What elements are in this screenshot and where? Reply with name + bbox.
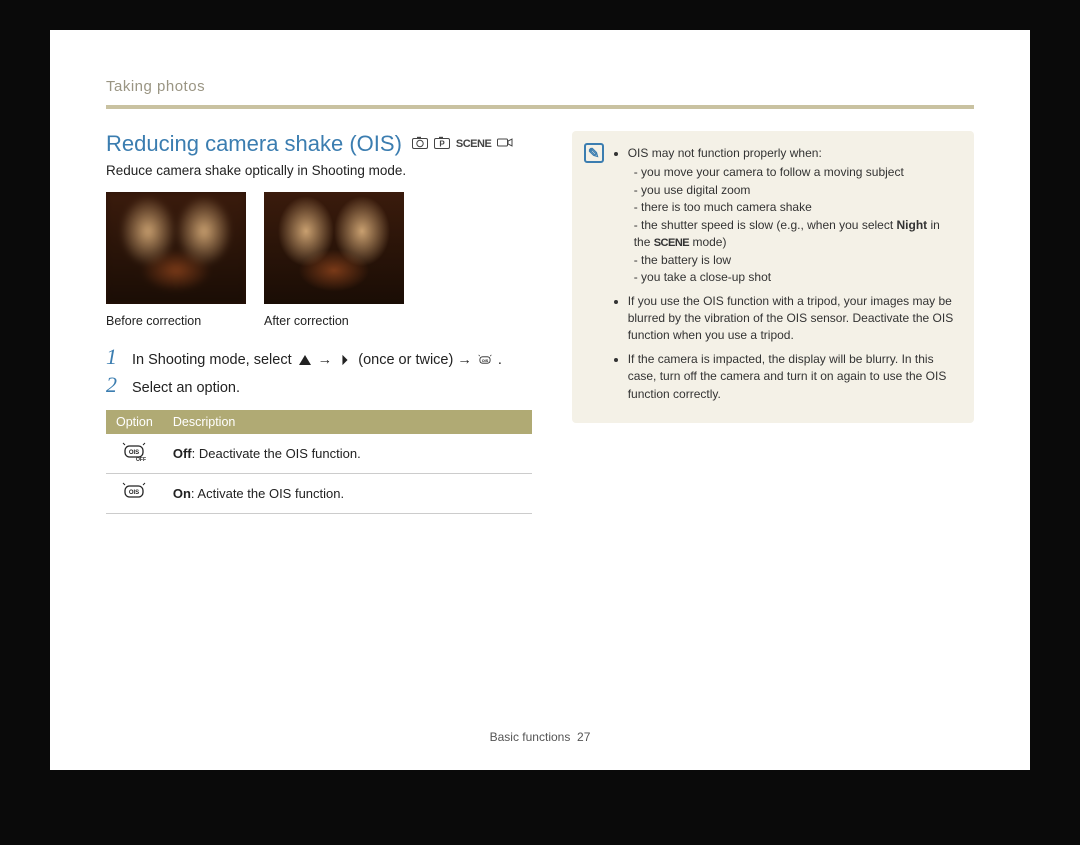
step-text-c: (once or twice) →: [358, 352, 476, 368]
note-box: ✎ OIS may not function properly when: yo…: [572, 131, 974, 423]
note-bullet: If the camera is impacted, the display w…: [628, 351, 958, 403]
camera-p-icon: P: [434, 136, 450, 152]
option-desc: : Activate the OIS function.: [191, 486, 344, 501]
table-row: OIS On: Activate the OIS function.: [106, 474, 532, 514]
th-description: Description: [163, 410, 532, 434]
svg-text:OIS: OIS: [482, 359, 489, 363]
note-night: Night: [897, 218, 928, 232]
step-text: In Shooting mode, select → (once or twic…: [132, 352, 502, 368]
right-chevron-icon: [338, 354, 352, 366]
breadcrumb: Taking photos: [106, 78, 974, 109]
step-number: 2: [106, 374, 124, 396]
right-column: ✎ OIS may not function properly when: yo…: [572, 131, 974, 514]
option-label: On: [173, 486, 191, 501]
note-sub-item: the battery is low: [634, 252, 958, 269]
note-sub-item: you move your camera to follow a moving …: [634, 164, 958, 181]
svg-text:OIS: OIS: [129, 450, 139, 456]
sample-image-sharp: [264, 192, 404, 304]
note-text: mode): [689, 235, 726, 249]
sample-before: Before correction: [106, 192, 246, 328]
manual-page: Taking photos Reducing camera shake (OIS…: [50, 30, 1030, 770]
footer-page-number: 27: [577, 730, 590, 744]
page-footer: Basic functions 27: [50, 730, 1030, 744]
step-2: 2 Select an option.: [106, 374, 532, 396]
left-column: Reducing camera shake (OIS) P SCENE Redu…: [106, 131, 532, 514]
video-icon: [497, 136, 513, 152]
note-info-icon: ✎: [584, 143, 604, 163]
note-sub-item: there is too much camera shake: [634, 199, 958, 216]
footer-section: Basic functions: [490, 730, 571, 744]
ois-off-icon: OISOFF: [121, 442, 147, 465]
step-text-b: →: [318, 352, 337, 368]
step-text-a: In Shooting mode, select: [132, 352, 296, 368]
scene-mode-icon: SCENE: [456, 138, 491, 150]
camera-icon: [412, 136, 428, 152]
step-1: 1 In Shooting mode, select → (once or tw…: [106, 346, 532, 368]
svg-text:OFF: OFF: [136, 457, 146, 462]
heading-text: Reducing camera shake (OIS): [106, 131, 402, 157]
th-option: Option: [106, 410, 163, 434]
comparison-images: Before correction After correction: [106, 192, 532, 328]
ois-icon: OIS: [478, 354, 492, 366]
note-sub-item: you use digital zoom: [634, 182, 958, 199]
option-desc-cell: Off: Deactivate the OIS function.: [163, 434, 532, 474]
sample-image-blurry: [106, 192, 246, 304]
up-triangle-icon: [298, 354, 312, 366]
mode-icons-group: P SCENE: [412, 136, 513, 152]
scene-word: SCENE: [654, 237, 689, 249]
note-lead: OIS may not function properly when:: [628, 146, 822, 160]
subtitle-text: Reduce camera shake optically in Shootin…: [106, 163, 532, 178]
option-label: Off: [173, 446, 192, 461]
option-desc-cell: On: Activate the OIS function.: [163, 474, 532, 514]
ois-on-icon: OIS: [121, 482, 147, 505]
sample-after: After correction: [264, 192, 404, 328]
option-desc: : Deactivate the OIS function.: [192, 446, 361, 461]
step-text: Select an option.: [132, 380, 240, 396]
note-lead-item: OIS may not function properly when: you …: [628, 145, 958, 287]
svg-text:OIS: OIS: [129, 490, 139, 496]
note-bullet: If you use the OIS function with a tripo…: [628, 293, 958, 345]
caption-before: Before correction: [106, 314, 246, 328]
steps-list: 1 In Shooting mode, select → (once or tw…: [106, 346, 532, 396]
step-number: 1: [106, 346, 124, 368]
note-text: the shutter speed is slow (e.g., when yo…: [641, 218, 896, 232]
step-text-d: .: [498, 352, 502, 368]
caption-after: After correction: [264, 314, 404, 328]
table-row: OISOFF Off: Deactivate the OIS function.: [106, 434, 532, 474]
note-sub-item: you take a close-up shot: [634, 269, 958, 286]
page-title: Reducing camera shake (OIS) P SCENE: [106, 131, 532, 157]
note-sub-item: the shutter speed is slow (e.g., when yo…: [634, 217, 958, 252]
options-table: Option Description OISOFF Off: Deactivat…: [106, 410, 532, 514]
option-icon-cell: OIS: [106, 474, 163, 514]
option-icon-cell: OISOFF: [106, 434, 163, 474]
svg-text:P: P: [439, 140, 445, 149]
